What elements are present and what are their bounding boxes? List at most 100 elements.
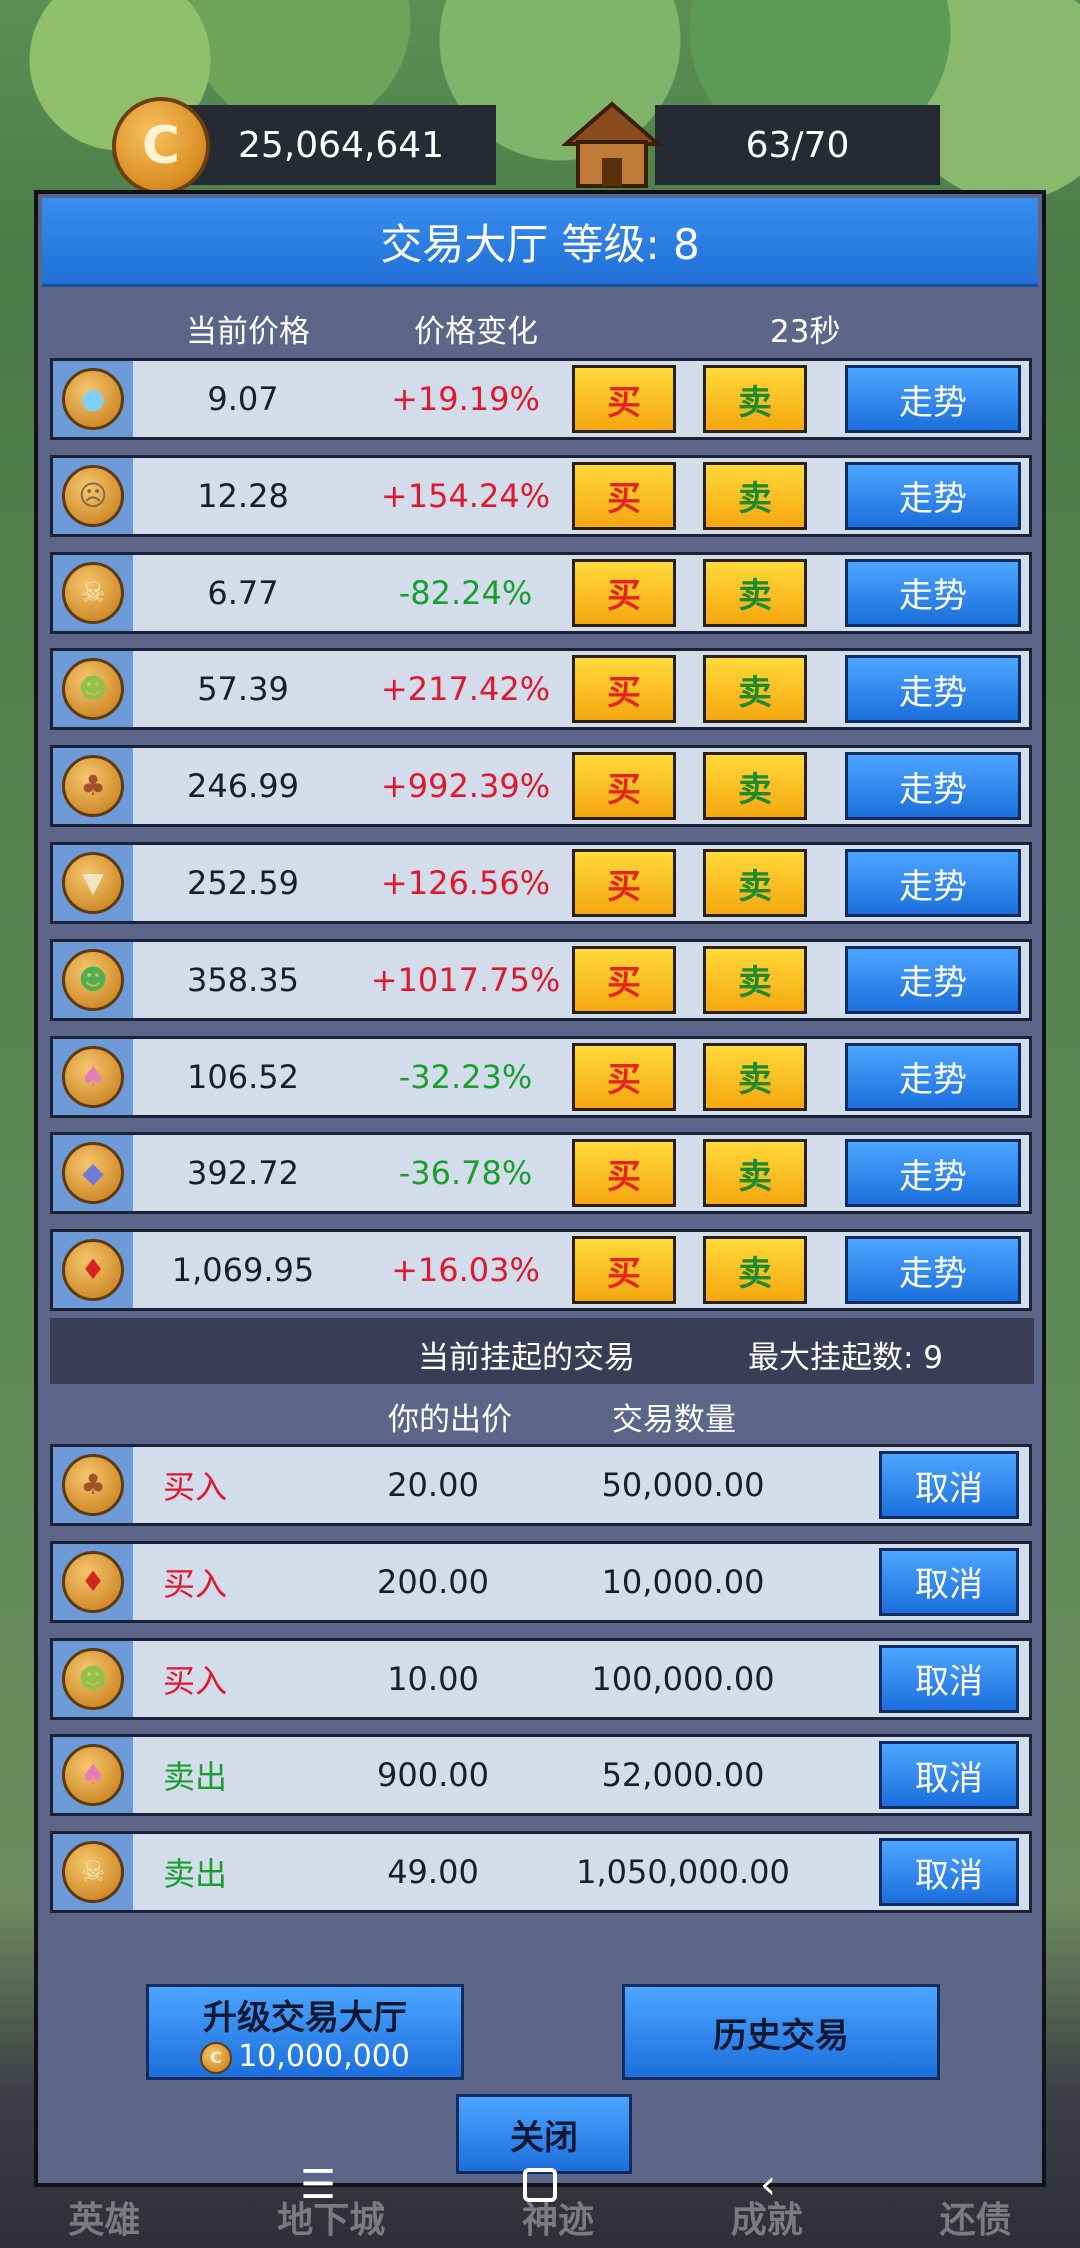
trend-button[interactable]: 走势	[845, 655, 1021, 724]
buy-button[interactable]: 买	[572, 655, 676, 724]
price-change: +217.42%	[380, 670, 551, 709]
buy-button[interactable]: 买	[572, 558, 676, 627]
sell-button[interactable]: 卖	[703, 461, 807, 530]
cancel-order-button[interactable]: 取消	[879, 1547, 1019, 1616]
sell-button[interactable]: 卖	[703, 365, 807, 433]
market-row: ● 9.07 +19.19% 买卖走势	[50, 358, 1032, 440]
current-price: 246.99	[187, 767, 299, 806]
price-change: +1017.75%	[370, 960, 561, 999]
upgrade-label: 升级交易大厅	[203, 1998, 407, 2038]
menu-icon[interactable]: ☰	[288, 2160, 348, 2210]
col-header-change: 价格变化	[414, 314, 538, 350]
market-row: ♣ 246.99 +992.39% 买卖走势	[50, 745, 1032, 828]
order-quantity: 100,000.00	[591, 1659, 775, 1698]
upgrade-hall-button[interactable]: 升级交易大厅 C 10,000,000	[146, 1984, 464, 2080]
market-row: ☠ 6.77 -82.24% 买卖走势	[50, 551, 1032, 634]
sell-button[interactable]: 卖	[703, 1236, 807, 1305]
cancel-order-button[interactable]: 取消	[879, 1838, 1019, 1907]
trend-button[interactable]: 走势	[845, 849, 1021, 917]
order-price: 20.00	[387, 1466, 479, 1504]
market-row: ♦ 1,069.95 +16.03% 买卖走势	[50, 1229, 1032, 1312]
price-change: -36.78%	[398, 1154, 533, 1193]
home-icon[interactable]	[510, 2160, 570, 2210]
pending-order-row: ☠ 卖出 49.00 1,050,000.00 取消	[50, 1831, 1032, 1914]
goblin-icon: ☻	[62, 1647, 124, 1710]
cancel-order-button[interactable]: 取消	[879, 1644, 1019, 1713]
buy-button[interactable]: 买	[572, 1139, 676, 1208]
pending-order-row: ☻ 买入 10.00 100,000.00 取消	[50, 1637, 1032, 1720]
commodity-icon-cell: ☠	[53, 1834, 133, 1911]
sell-button[interactable]: 卖	[703, 752, 807, 821]
buy-button[interactable]: 买	[572, 461, 676, 530]
market-row: ☹ 12.28 +154.24% 买卖走势	[50, 454, 1032, 537]
buy-button[interactable]: 买	[572, 945, 676, 1014]
price-change: +126.56%	[380, 864, 551, 902]
wolf-icon: ▼	[62, 852, 124, 914]
trend-button[interactable]: 走势	[845, 365, 1021, 433]
mushroom-icon: ♠	[62, 1744, 124, 1807]
buy-button[interactable]: 买	[572, 1042, 676, 1111]
col-header-qty: 交易数量	[612, 1402, 736, 1438]
dragon-icon: ♦	[62, 1239, 124, 1302]
back-icon[interactable]: ‹	[738, 2160, 798, 2210]
market-row: ◆ 392.72 -36.78% 买卖走势	[50, 1132, 1032, 1215]
gold-amount: 25,064,641	[237, 124, 445, 166]
cancel-order-button[interactable]: 取消	[879, 1741, 1019, 1810]
current-price: 1,069.95	[171, 1251, 315, 1290]
sell-button[interactable]: 卖	[703, 655, 807, 724]
commodity-icon-cell: ♣	[53, 748, 133, 825]
market-row: ☻ 57.39 +217.42% 买卖走势	[50, 648, 1032, 731]
sell-button[interactable]: 卖	[703, 849, 807, 917]
sell-button[interactable]: 卖	[703, 1042, 807, 1111]
order-price: 200.00	[377, 1562, 489, 1601]
trend-button[interactable]: 走势	[845, 461, 1021, 530]
upgrade-cost-value: 10,000,000	[238, 2039, 410, 2074]
commodity-icon-cell: ☻	[53, 941, 133, 1018]
bat-icon: ◆	[62, 1142, 124, 1205]
zombie-icon: ☹	[62, 464, 124, 527]
house-icon	[562, 101, 662, 188]
refresh-timer: 23秒	[770, 314, 841, 350]
sell-button[interactable]: 卖	[703, 1139, 807, 1208]
trend-button[interactable]: 走势	[845, 945, 1021, 1014]
trend-button[interactable]: 走势	[845, 1236, 1021, 1305]
commodity-icon-cell: ♠	[53, 1737, 133, 1814]
trend-button[interactable]: 走势	[845, 558, 1021, 627]
skull-icon: ☠	[62, 561, 124, 624]
sell-button[interactable]: 卖	[703, 945, 807, 1014]
system-nav-bar: ☰ ‹	[0, 2150, 1080, 2220]
cancel-order-button[interactable]: 取消	[879, 1451, 1019, 1519]
trend-button[interactable]: 走势	[845, 1139, 1021, 1208]
commodity-icon-cell: ☻	[53, 1640, 133, 1717]
mushroom-icon: ♠	[62, 1045, 124, 1108]
trend-button[interactable]: 走势	[845, 1042, 1021, 1111]
current-price: 252.59	[187, 864, 299, 902]
order-type: 卖出	[163, 1758, 228, 1797]
slime-icon: ●	[62, 368, 124, 430]
pending-title: 当前挂起的交易	[418, 1340, 635, 1376]
gold-counter: 25,064,641	[186, 105, 496, 185]
order-price: 900.00	[377, 1756, 489, 1795]
trend-button[interactable]: 走势	[845, 752, 1021, 821]
buy-button[interactable]: 买	[572, 365, 676, 433]
history-button[interactable]: 历史交易	[622, 1984, 940, 2080]
sell-button[interactable]: 卖	[703, 558, 807, 627]
buy-button[interactable]: 买	[572, 849, 676, 917]
trading-hall-panel: 交易大厅 等级: 8 当前价格 价格变化 23秒 ● 9.07 +19.19% 买卖走…	[34, 190, 1046, 2187]
skull-icon: ☠	[62, 1841, 124, 1904]
commodity-icon-cell: ♠	[53, 1038, 133, 1115]
order-type: 卖出	[163, 1855, 228, 1894]
coin-icon: C	[200, 2041, 233, 2074]
pending-order-row: ♠ 卖出 900.00 52,000.00 取消	[50, 1734, 1032, 1817]
capacity-counter: 63/70	[655, 105, 940, 185]
buy-button[interactable]: 买	[572, 1236, 676, 1305]
order-price: 10.00	[387, 1659, 479, 1698]
order-price: 49.00	[387, 1853, 479, 1892]
current-price: 106.52	[187, 1057, 299, 1096]
max-pending: 最大挂起数: 9	[748, 1340, 944, 1376]
buy-button[interactable]: 买	[572, 752, 676, 821]
current-price: 358.35	[187, 960, 299, 999]
treant-icon: ♣	[62, 1454, 124, 1516]
orc-icon: ☻	[62, 948, 124, 1011]
pending-order-row: ♦ 买入 200.00 10,000.00 取消	[50, 1540, 1032, 1623]
